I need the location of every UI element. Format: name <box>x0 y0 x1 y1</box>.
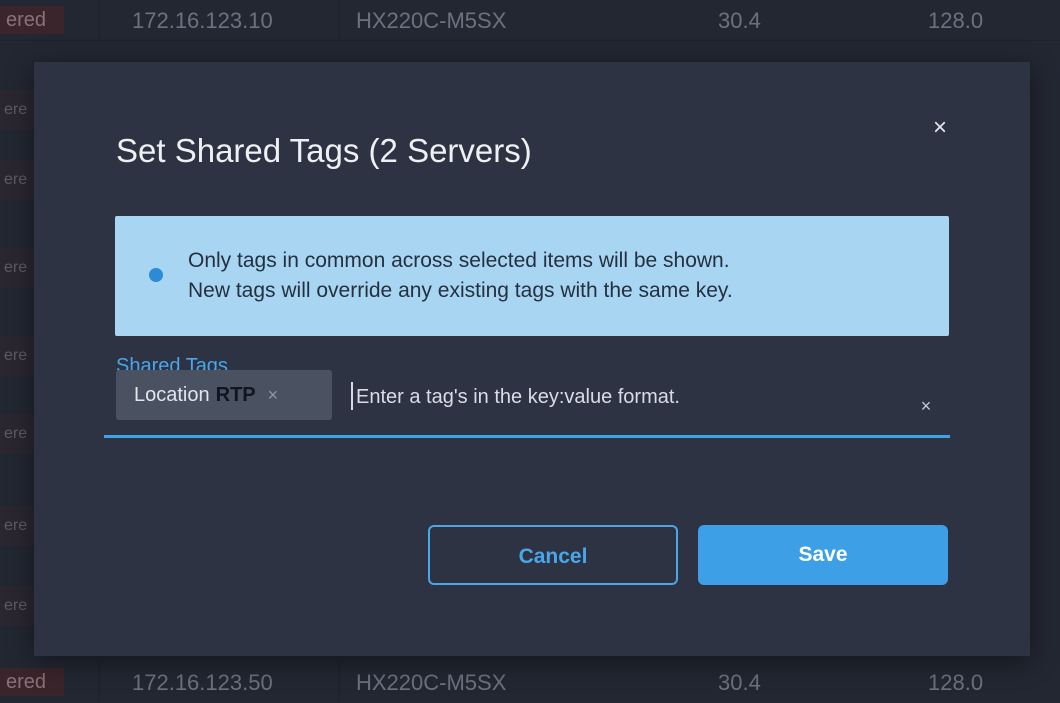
info-line: Only tags in common across selected item… <box>188 249 730 272</box>
field-underline <box>104 435 950 438</box>
info-icon <box>149 268 163 282</box>
tag-key: Location <box>134 384 210 406</box>
clear-icon[interactable]: × <box>914 394 938 418</box>
info-line: New tags will override any existing tags… <box>188 279 733 302</box>
set-shared-tags-dialog: Set Shared Tags (2 Servers) × Only tags … <box>34 62 1030 656</box>
save-button[interactable]: Save <box>698 525 948 585</box>
tag-value: RTP <box>215 384 256 406</box>
info-message: Only tags in common across selected item… <box>188 246 733 306</box>
text-cursor <box>351 382 353 410</box>
info-banner: Only tags in common across selected item… <box>115 216 949 336</box>
cancel-button[interactable]: Cancel <box>428 525 678 585</box>
dialog-title: Set Shared Tags (2 Servers) <box>116 132 532 169</box>
tag-chip[interactable]: Location RTP × <box>116 370 332 420</box>
close-icon[interactable]: × <box>926 114 954 142</box>
tag-input[interactable] <box>354 380 898 414</box>
remove-tag-icon[interactable]: × <box>268 385 279 405</box>
